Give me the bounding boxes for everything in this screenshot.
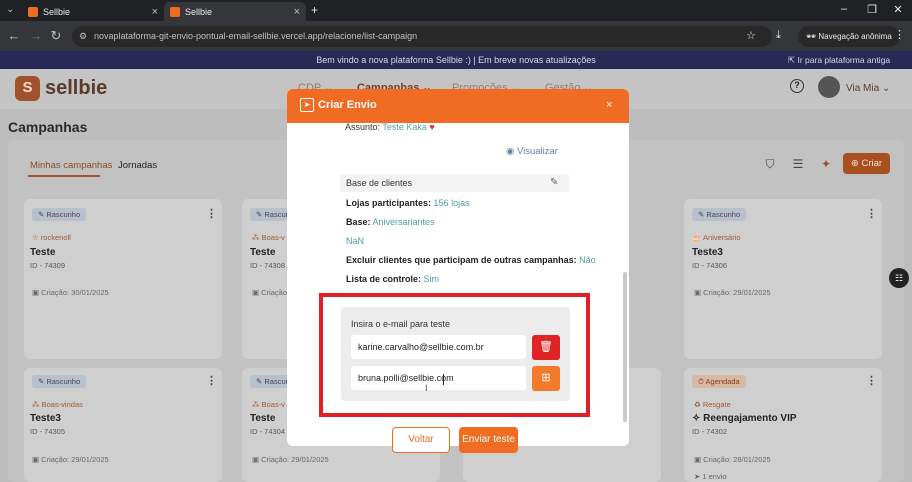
campaign-date: ▣ Criação: 30/01/2025	[32, 288, 109, 297]
status-badge: ✎ Rascunho	[32, 208, 87, 221]
delete-email-button[interactable]: 🗑	[532, 335, 560, 360]
list-view-icon[interactable]: ☰	[788, 157, 808, 175]
campaign-type: 🎂 Aniversário	[692, 233, 741, 242]
detail-row: Lista de controle: Sim	[346, 274, 440, 284]
restore-icon[interactable]: ❐	[862, 3, 882, 16]
accessibility-widget-icon[interactable]: ☷	[889, 268, 909, 288]
modal-title: Criar Envio	[318, 99, 377, 111]
sellbie-favicon-icon	[28, 6, 38, 17]
tab-minhas-campanhas[interactable]: Minhas campanhas	[30, 160, 112, 171]
create-campaign-button[interactable]: ⊕ Criar	[843, 153, 890, 174]
welcome-banner: Bem vindo a nova plataforma Sellbie :) |…	[0, 51, 912, 69]
campaign-date: ▣ Criação	[252, 288, 288, 297]
campaign-name: Teste	[30, 247, 56, 258]
campaign-date: ▣ Criação: 29/01/2025	[694, 288, 771, 297]
incognito-icon: 🕶	[806, 32, 817, 41]
filter-icon[interactable]: ⛉	[760, 157, 780, 175]
text-cursor	[443, 374, 444, 385]
campaign-type: ☆ rockenoll	[32, 233, 71, 242]
new-tab-icon[interactable]: +	[311, 3, 318, 17]
tab-jornadas[interactable]: Jornadas	[118, 160, 157, 171]
forward-icon[interactable]: →	[28, 28, 44, 43]
close-window-icon[interactable]: ✕	[888, 3, 908, 16]
send-test-button[interactable]: Enviar teste	[459, 427, 518, 453]
campaign-name: Teste3	[30, 413, 61, 424]
campaign-type: ⁂ Boas-v	[252, 233, 285, 242]
trash-icon: 🗑	[539, 341, 553, 353]
add-email-button[interactable]: ⊞	[532, 366, 560, 391]
campaign-card[interactable]	[24, 199, 222, 359]
reload-icon[interactable]: ↻	[48, 28, 64, 44]
detail-row: Lojas participantes: 156 lojas	[346, 198, 470, 208]
campaign-name: ✧ Reengajamento VIP	[692, 413, 797, 424]
mouse-ibeam-icon: I	[425, 383, 428, 393]
card-menu-icon[interactable]: ⋮	[866, 207, 877, 220]
campaign-id: ID - 74305	[30, 427, 66, 436]
email-field[interactable]: bruna.polli@sellbie.com	[351, 366, 526, 390]
campaign-type: ♻ Resgate	[694, 400, 731, 409]
tab-list-icon[interactable]: ⌄	[6, 4, 14, 15]
back-icon[interactable]: ←	[6, 28, 22, 43]
page-title: Campanhas	[8, 119, 88, 135]
browser-tab-2[interactable]: Sellbie ×	[164, 2, 306, 21]
status-badge: ⏱ Agendada	[692, 375, 746, 388]
back-button[interactable]: Voltar	[392, 427, 450, 453]
incognito-indicator[interactable]: 🕶 Navegação anônima	[798, 26, 900, 47]
avatar[interactable]	[818, 76, 840, 98]
customer-base-title: Base de clientes	[346, 178, 413, 188]
eye-icon: ◉	[506, 146, 515, 157]
browser-menu-icon[interactable]: ⋮	[894, 28, 905, 41]
email-subject: Assunto: Teste Kaka ♥	[345, 122, 435, 132]
campaign-name: Teste	[250, 247, 276, 258]
campaign-id: ID - 74302	[692, 427, 728, 436]
campaign-id: ID - 74308	[250, 261, 286, 270]
card-menu-icon[interactable]: ⋮	[206, 374, 217, 387]
sellbie-logo-text: sellbie	[45, 77, 108, 99]
heart-icon: ♥	[429, 122, 435, 132]
download-icon[interactable]: ⤓	[776, 29, 781, 42]
detail-row: Base: Aniversariantes	[346, 217, 435, 227]
modal-scrollbar[interactable]	[623, 272, 627, 422]
address-bar[interactable]: ⚙ novaplataforma-git-envio-pontual-email…	[72, 26, 772, 47]
send-icon: ➤	[300, 98, 314, 112]
campaign-id: ID - 74306	[692, 261, 728, 270]
plus-square-icon: ⊞	[541, 372, 551, 384]
campaign-name: Teste	[250, 413, 276, 424]
campaign-id: ID - 74304	[250, 427, 286, 436]
test-email-label: Insira o e-mail para teste	[351, 319, 451, 329]
email-field[interactable]: karine.carvalho@sellbie.com.br	[351, 335, 526, 359]
campaign-id: ID - 74309	[30, 261, 66, 270]
old-platform-link[interactable]: ⇱ Ir para plataforma antiga	[788, 51, 890, 69]
campaign-name: Teste3	[692, 247, 723, 258]
close-tab-icon[interactable]: ×	[294, 6, 300, 18]
campaign-type: ⁂ Boas-vindas	[32, 400, 83, 409]
campaign-date: ▣ Criação: 28/01/2025	[694, 455, 771, 464]
edit-pencil-icon[interactable]: ✎	[550, 177, 558, 188]
close-tab-icon[interactable]: ×	[152, 6, 158, 18]
help-icon[interactable]: ?	[790, 79, 804, 93]
detail-row: NaN	[346, 236, 365, 246]
card-menu-icon[interactable]: ⋮	[866, 374, 877, 387]
status-badge: ✎ Rascunho	[32, 375, 87, 388]
active-tab-indicator	[28, 175, 100, 177]
site-info-icon[interactable]: ⚙	[79, 26, 87, 47]
campaign-sends: ➤ 1 envio	[694, 472, 727, 481]
sellbie-favicon-icon	[170, 6, 180, 17]
sparkle-icon[interactable]: ✦	[816, 157, 836, 175]
campaign-date: ▣ Criação: 29/01/2025	[252, 455, 329, 464]
card-menu-icon[interactable]: ⋮	[206, 207, 217, 220]
user-menu[interactable]: Via Mia ⌄	[846, 83, 890, 94]
view-email-link[interactable]: ◉ Visualizar	[506, 146, 558, 157]
minimize-icon[interactable]: –	[834, 3, 854, 15]
sellbie-logo-icon: S	[15, 76, 40, 101]
status-badge: ✎ Rascunho	[692, 208, 747, 221]
bookmark-star-icon[interactable]: ☆	[746, 29, 756, 42]
detail-row: Excluir clientes que participam de outra…	[346, 255, 596, 265]
campaign-type: ⁂ Boas-v	[252, 400, 285, 409]
campaign-date: ▣ Criação: 29/01/2025	[32, 455, 109, 464]
browser-tab-1[interactable]: Sellbie ×	[22, 2, 164, 21]
campaign-card[interactable]	[684, 199, 882, 359]
close-icon[interactable]: ×	[606, 99, 612, 111]
